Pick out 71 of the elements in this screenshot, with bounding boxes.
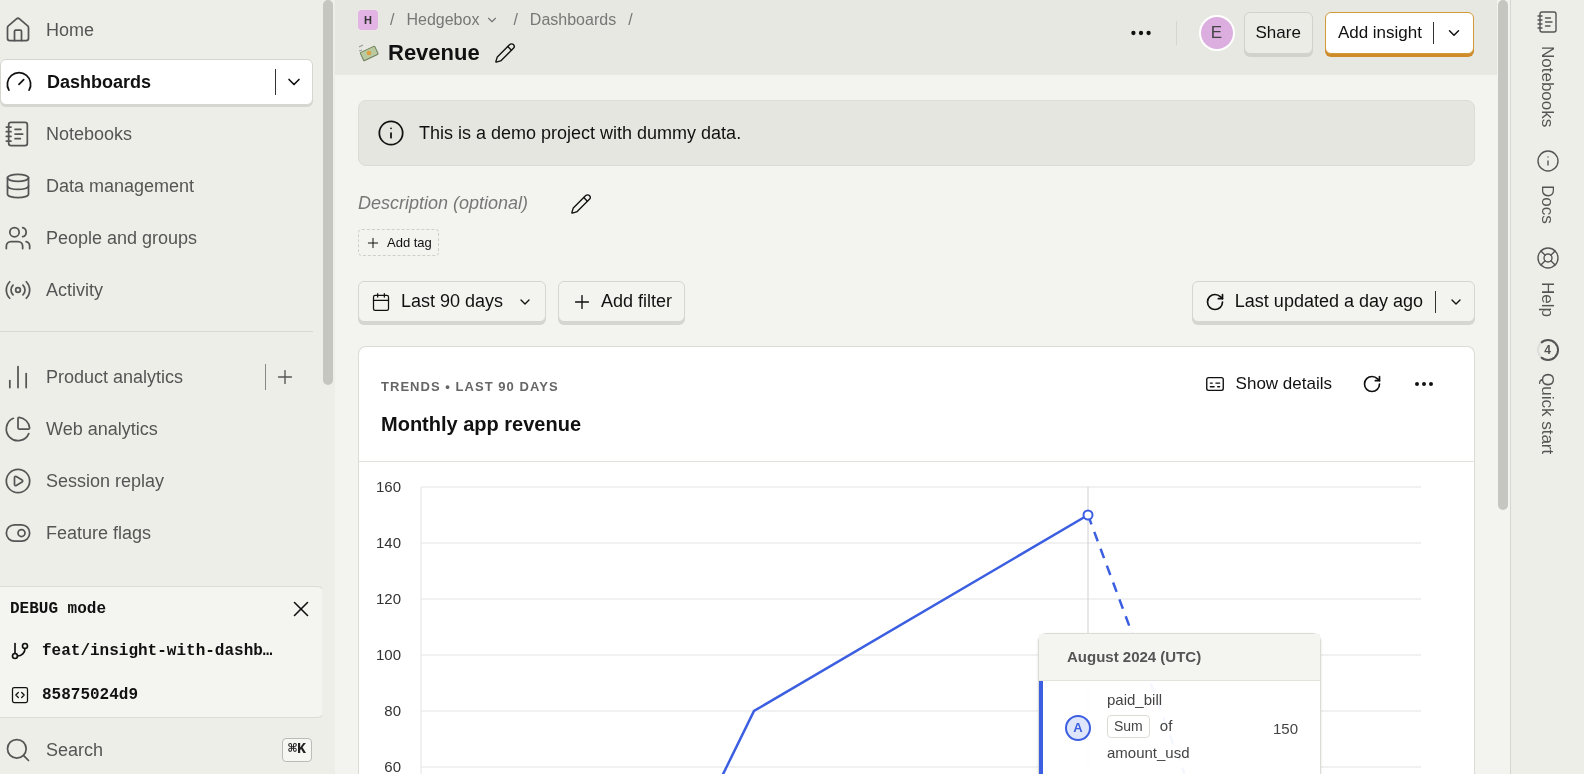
breadcrumb-link[interactable]: Hedgebox bbox=[406, 8, 502, 32]
play-icon bbox=[4, 467, 32, 495]
search-icon bbox=[4, 736, 32, 764]
sidebar-item[interactable]: Web analytics bbox=[0, 406, 304, 452]
sidebar-item[interactable]: Notebooks bbox=[0, 111, 313, 157]
branch-icon bbox=[10, 641, 30, 661]
scrollbar-thumb[interactable] bbox=[323, 0, 333, 385]
sidebar-item[interactable]: Product analytics bbox=[0, 354, 304, 400]
sidebar-item[interactable]: Home bbox=[0, 7, 313, 53]
calendar-icon bbox=[371, 291, 391, 312]
pie-chart-icon bbox=[4, 415, 32, 443]
series-letter: A bbox=[1065, 715, 1091, 741]
axis-tick-label: 60 bbox=[384, 758, 401, 774]
avatar[interactable]: E bbox=[1198, 15, 1235, 51]
refresh-icon bbox=[1204, 291, 1225, 312]
sidebar-item[interactable]: People and groups bbox=[0, 215, 313, 261]
commit-hash: 85875024d9 bbox=[42, 685, 138, 706]
notebook-icon bbox=[1535, 10, 1560, 34]
branch-name: feat/insight-with-dashb… bbox=[42, 641, 273, 662]
add-tag-button[interactable]: Add tag bbox=[358, 229, 439, 256]
breadcrumb-separator: / bbox=[513, 10, 518, 30]
lifebuoy-icon bbox=[1535, 246, 1560, 270]
pencil-icon[interactable] bbox=[493, 41, 516, 64]
progress-badge: 4 bbox=[1536, 339, 1559, 361]
rail-tab[interactable]: 4 Quick start bbox=[1534, 339, 1561, 455]
event-name: paid_bill bbox=[1107, 690, 1164, 710]
description-field[interactable]: Description (optional) bbox=[358, 190, 558, 217]
rail-tab[interactable]: Docs bbox=[1534, 149, 1561, 224]
add-filter-button[interactable]: Add filter bbox=[558, 281, 686, 322]
shortcut-key: ⌘K bbox=[281, 737, 312, 763]
banner-text: This is a demo project with dummy data. bbox=[419, 121, 742, 145]
page-title: Revenue bbox=[388, 39, 480, 67]
project-badge[interactable]: H bbox=[358, 10, 378, 30]
date-range-button[interactable]: Last 90 days bbox=[358, 281, 547, 322]
debug-title: DEBUG mode bbox=[10, 599, 106, 620]
axis-tick-label: 120 bbox=[375, 590, 401, 607]
search-item[interactable]: Search ⌘K bbox=[0, 726, 322, 774]
insight-title: Monthly app revenue bbox=[381, 411, 583, 437]
show-details-button[interactable]: Show details bbox=[1203, 371, 1332, 397]
axis-tick-label: 100 bbox=[375, 646, 401, 663]
breadcrumb-separator: / bbox=[628, 10, 633, 30]
tooltip-title: August 2024 (UTC) bbox=[1067, 646, 1202, 667]
axis-tick-label: 160 bbox=[375, 478, 401, 495]
home-icon bbox=[4, 16, 32, 44]
sidebar-item[interactable]: Session replay bbox=[0, 458, 304, 504]
axis-tick-label: 80 bbox=[384, 702, 401, 719]
pencil-icon[interactable] bbox=[570, 192, 592, 215]
code-icon bbox=[10, 685, 30, 705]
breadcrumb-separator: / bbox=[390, 10, 395, 30]
tooltip-value: 150 bbox=[1272, 719, 1298, 739]
sidebar-item[interactable]: Dashboards bbox=[0, 59, 313, 105]
breadcrumb-link[interactable]: Dashboards bbox=[529, 8, 617, 32]
insight-subtitle: TRENDS • LAST 90 DAYS bbox=[381, 378, 560, 396]
math-tag: Sum bbox=[1107, 714, 1150, 738]
of-text: of bbox=[1159, 715, 1173, 736]
refresh-icon[interactable] bbox=[1362, 374, 1382, 394]
people-icon bbox=[4, 224, 32, 252]
scrollbar-thumb[interactable] bbox=[1498, 0, 1508, 510]
share-button[interactable]: Share bbox=[1243, 12, 1313, 54]
info-icon bbox=[1535, 149, 1560, 174]
axis-tick-label: 140 bbox=[375, 534, 401, 551]
sidebar-item[interactable]: Data management bbox=[0, 163, 313, 209]
sidebar-item[interactable]: Feature flags bbox=[0, 510, 304, 556]
sidebar-item[interactable]: Activity bbox=[0, 267, 313, 313]
info-icon bbox=[377, 119, 405, 147]
refresh-button[interactable]: Last updated a day ago bbox=[1191, 281, 1475, 322]
add-insight-button[interactable]: Add insight bbox=[1324, 12, 1474, 54]
database-icon bbox=[4, 172, 32, 200]
rail-tab[interactable]: Help bbox=[1534, 246, 1561, 317]
property-name: amount_usd bbox=[1107, 742, 1191, 763]
rail-tab[interactable]: Notebooks bbox=[1534, 10, 1561, 128]
